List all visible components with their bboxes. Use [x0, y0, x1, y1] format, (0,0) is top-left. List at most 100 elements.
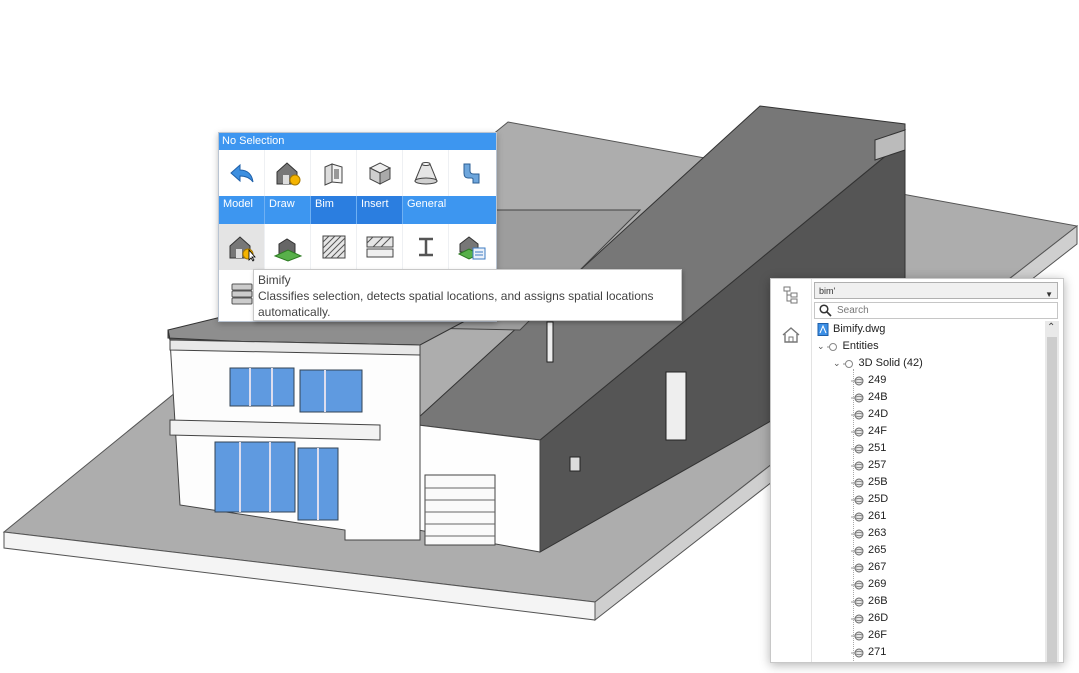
bim-building-icon — [273, 238, 302, 262]
tree-item[interactable]: 26D — [851, 610, 888, 627]
tree-item-label: 267 — [868, 561, 887, 573]
node-icon — [826, 342, 837, 351]
scrollbar-thumb[interactable] — [1047, 337, 1057, 662]
tab-bim[interactable]: Bim — [311, 196, 357, 224]
tree-item[interactable]: 251 — [851, 440, 886, 457]
home-icon[interactable] — [781, 325, 801, 345]
quad-row-bim — [219, 224, 496, 272]
scroll-up-icon[interactable]: ⌃ — [1047, 323, 1055, 333]
tree-item-label: 251 — [868, 442, 887, 454]
tree-item-label: 24D — [868, 408, 889, 420]
wall-icon — [324, 163, 342, 186]
search-placeholder: Search — [837, 305, 869, 316]
chevron-down-icon[interactable]: ⌄ — [833, 355, 841, 372]
tree-item-label: 25B — [868, 476, 888, 488]
side-vent — [569, 456, 581, 472]
slab-button[interactable] — [357, 224, 403, 270]
dwg-file-icon — [817, 323, 829, 336]
tree-item[interactable]: 267 — [851, 559, 886, 576]
window-lower-left — [214, 441, 296, 513]
side-window-2 — [546, 321, 554, 363]
structure-browser-panel: bim' ▼ Search Bimify.dwg ⌄ Entities ⌄ 3D… — [770, 278, 1064, 663]
beam-button[interactable] — [403, 224, 449, 270]
tree-item-label: 26B — [868, 595, 888, 607]
wall-button[interactable] — [311, 150, 357, 196]
tree-item[interactable]: 261 — [851, 508, 886, 525]
hatch-button[interactable] — [311, 224, 357, 270]
tree-solid-node[interactable]: ⌄ 3D Solid (42) — [833, 355, 923, 372]
tree-guide-line — [853, 369, 854, 662]
tree-item[interactable]: 265 — [851, 542, 886, 559]
tree-item[interactable]: 249 — [851, 372, 886, 389]
hatch-icon — [322, 235, 345, 259]
tree-item-label: 24F — [868, 425, 887, 437]
tree-item-label: 257 — [868, 459, 887, 471]
filter-dropdown[interactable]: bim' ▼ — [814, 282, 1058, 299]
tree-item-label: 26D — [868, 612, 889, 624]
tab-draw[interactable]: Draw — [265, 196, 311, 224]
tree-item-label: 25D — [868, 493, 889, 505]
tooltip-description: Classifies selection, detects spatial lo… — [258, 289, 654, 319]
tree-item[interactable]: 24F — [851, 423, 887, 440]
chevron-down-icon: ▼ — [1045, 290, 1053, 299]
tree-item-label: 271 — [868, 646, 887, 658]
quad-title: No Selection — [219, 133, 496, 150]
tree-item-label: 261 — [868, 510, 887, 522]
entities-label: Entities — [842, 340, 879, 352]
tree-item[interactable]: 24B — [851, 389, 888, 406]
tree-item[interactable]: 269 — [851, 576, 886, 593]
slab-icon — [366, 236, 393, 258]
garage-door — [424, 474, 496, 546]
tree-item[interactable]: 24D — [851, 406, 888, 423]
chevron-down-icon[interactable]: ⌄ — [817, 338, 825, 355]
tree-item[interactable]: 25B — [851, 474, 888, 491]
pipe-button[interactable] — [449, 150, 495, 196]
tree-item-label: 263 — [868, 527, 887, 539]
filter-value: bim' — [819, 286, 836, 296]
bimify-tooltip: Bimify Classifies selection, detects spa… — [253, 269, 682, 321]
tree-file-node[interactable]: Bimify.dwg — [817, 321, 885, 338]
tab-insert[interactable]: Insert — [357, 196, 403, 224]
side-window-1 — [665, 371, 687, 441]
box-icon — [368, 162, 391, 185]
tab-general[interactable]: General — [403, 196, 449, 224]
bimify-icon — [229, 236, 256, 262]
bim-house-button[interactable] — [265, 150, 311, 196]
database-stack-icon — [231, 283, 253, 305]
solid-frustum-icon — [413, 162, 438, 185]
tree-item[interactable]: 263 — [851, 525, 886, 542]
undo-icon — [229, 163, 253, 183]
bimify-button[interactable] — [219, 224, 265, 270]
bim-building-button[interactable] — [265, 224, 311, 270]
search-input[interactable]: Search — [814, 302, 1058, 319]
window-upper-left — [229, 367, 295, 407]
box-button[interactable] — [357, 150, 403, 196]
undo-button[interactable] — [219, 150, 265, 196]
tab-model[interactable]: Model — [219, 196, 265, 224]
tree-item[interactable]: 257 — [851, 457, 886, 474]
search-icon — [819, 304, 832, 317]
tree-item-label: 269 — [868, 578, 887, 590]
file-name: Bimify.dwg — [833, 323, 886, 335]
pipe-icon — [463, 163, 480, 184]
solid-label: 3D Solid (42) — [858, 357, 923, 369]
tree-item[interactable]: 26F — [851, 627, 887, 644]
quad-row-tools — [219, 150, 496, 196]
tree-item-label: 249 — [868, 374, 887, 386]
structure-tree-icon[interactable] — [781, 285, 801, 305]
bim-house-icon — [276, 162, 300, 186]
tree-item[interactable]: 25D — [851, 491, 888, 508]
frustum-button[interactable] — [403, 150, 449, 196]
tree-item[interactable]: 271 — [851, 644, 886, 661]
tree-item-label: 24B — [868, 391, 888, 403]
tooltip-title: Bimify — [258, 273, 291, 287]
window-upper-right — [299, 369, 363, 413]
quad-tabs: Model Draw Bim Insert General — [219, 196, 496, 224]
tree-item[interactable]: 26B — [851, 593, 888, 610]
node-icon — [842, 359, 853, 368]
bim-classify-button[interactable] — [449, 224, 495, 270]
bim-classify-icon — [457, 236, 486, 260]
tree-entities-node[interactable]: ⌄ Entities — [817, 338, 879, 355]
beam-icon — [418, 237, 433, 257]
tree-item-label: 265 — [868, 544, 887, 556]
